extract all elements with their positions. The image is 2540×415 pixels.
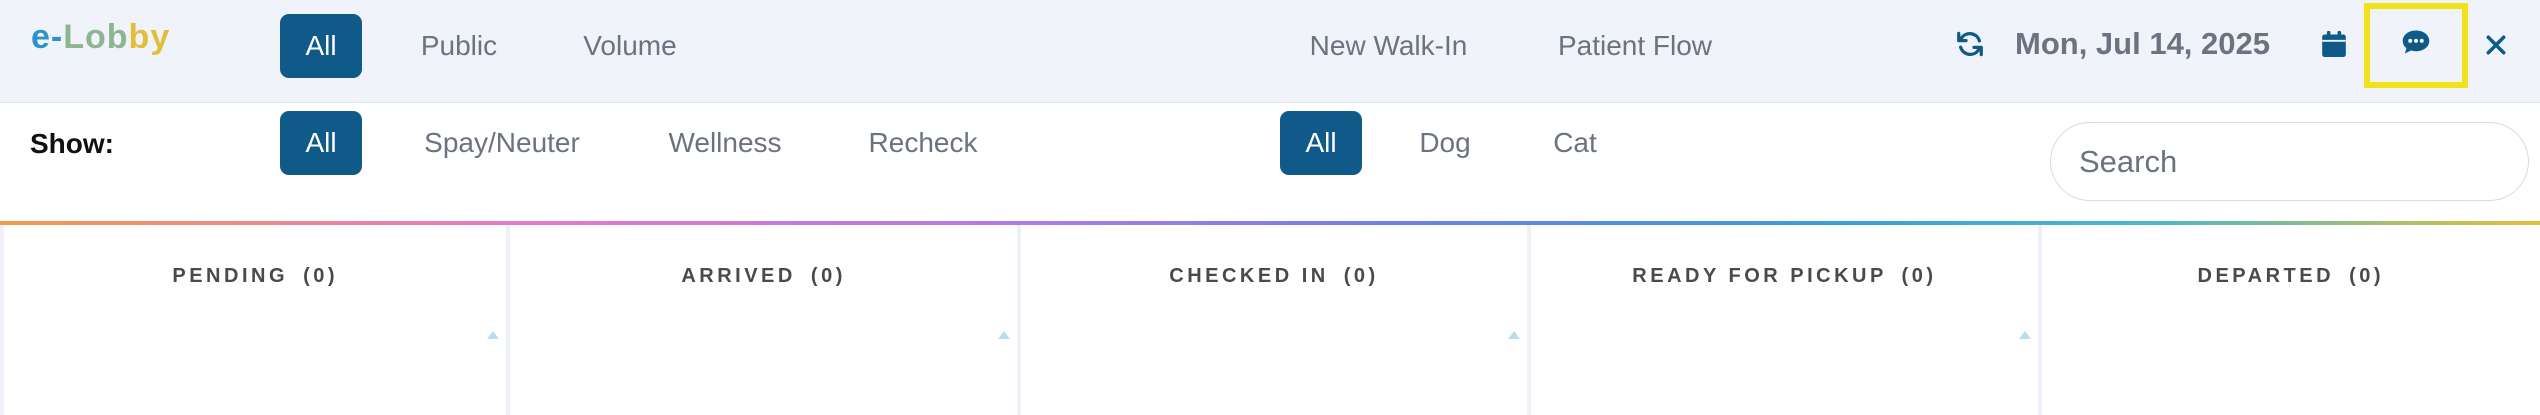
elobby-page: e-Lobby All Public Volume New Walk-In Pa… [0, 0, 2540, 415]
collapse-caret-icon[interactable] [997, 330, 1011, 340]
column-title: PENDING (0) [4, 265, 506, 288]
column-name: PENDING [172, 265, 288, 287]
chat-highlight-frame [2364, 3, 2468, 88]
refresh-icon[interactable] [1952, 25, 1988, 63]
collapse-caret-icon[interactable] [1507, 330, 1521, 340]
column-title: READY FOR PICKUP (0) [1531, 265, 2037, 288]
visit-type-tab-recheck[interactable]: Recheck [848, 111, 998, 175]
column-title: DEPARTED (0) [2042, 265, 2540, 288]
column-title: CHECKED IN (0) [1021, 265, 1527, 288]
board-column-pending: PENDING (0) [0, 225, 511, 415]
board-column-checked-in: CHECKED IN (0) [1021, 225, 1532, 415]
close-icon[interactable] [2476, 25, 2516, 65]
column-count: (0) [810, 265, 846, 287]
scope-tab-all[interactable]: All [280, 14, 362, 78]
column-name: ARRIVED [681, 265, 796, 287]
patient-flow-button[interactable]: Patient Flow [1540, 14, 1730, 78]
board-column-ready-for-pickup: READY FOR PICKUP (0) [1531, 225, 2042, 415]
board-column-arrived: ARRIVED (0) [510, 225, 1021, 415]
species-tab-cat[interactable]: Cat [1530, 111, 1620, 175]
current-date: Mon, Jul 14, 2025 [2015, 26, 2270, 61]
column-count: (0) [1343, 265, 1379, 287]
column-name: CHECKED IN [1169, 265, 1329, 287]
column-count: (0) [1901, 265, 1937, 287]
column-name: DEPARTED [2197, 265, 2335, 287]
column-count: (0) [2349, 265, 2385, 287]
column-name: READY FOR PICKUP [1632, 265, 1887, 287]
column-title: ARRIVED (0) [510, 265, 1016, 288]
board-column-departed: DEPARTED (0) [2042, 225, 2540, 415]
collapse-caret-icon[interactable] [2018, 330, 2032, 340]
calendar-icon[interactable] [2316, 25, 2352, 63]
search-input[interactable] [2050, 122, 2529, 201]
logo-part-2: Lob [63, 18, 129, 56]
visit-type-tab-all[interactable]: All [280, 111, 362, 175]
show-label: Show: [30, 128, 114, 159]
species-tab-dog[interactable]: Dog [1400, 111, 1490, 175]
logo-part-1: e- [31, 18, 64, 56]
logo-part-3: by [128, 18, 171, 56]
top-bar: e-Lobby All Public Volume New Walk-In Pa… [0, 0, 2540, 103]
visit-type-tab-spay-neuter[interactable]: Spay/Neuter [402, 111, 602, 175]
status-board: PENDING (0) ARRIVED (0) CHECKED IN (0) R… [0, 225, 2540, 415]
collapse-caret-icon[interactable] [486, 330, 500, 340]
column-count: (0) [303, 265, 339, 287]
new-walk-in-button[interactable]: New Walk-In [1290, 14, 1487, 78]
visit-type-tab-wellness[interactable]: Wellness [648, 111, 802, 175]
scope-tab-public[interactable]: Public [400, 14, 518, 78]
scope-tab-volume[interactable]: Volume [565, 14, 695, 78]
app-logo[interactable]: e-Lobby [31, 18, 170, 57]
species-tab-all[interactable]: All [1280, 111, 1362, 175]
